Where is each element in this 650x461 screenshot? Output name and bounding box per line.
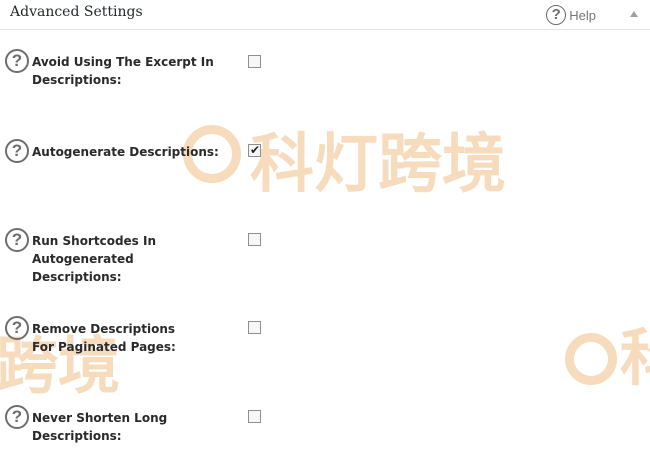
setting-label-remove-paginated: Remove Descriptions For Paginated Pages: <box>32 322 176 354</box>
setting-help-icon[interactable]: ? <box>5 49 29 73</box>
help-button[interactable]: ? Help <box>546 5 596 25</box>
setting-help-icon[interactable]: ? <box>5 228 29 252</box>
setting-help-icon[interactable]: ? <box>5 405 29 429</box>
panel-title: Advanced Settings <box>10 4 143 20</box>
checkbox-run-shortcodes[interactable] <box>248 233 261 246</box>
setting-label-never-shorten: Never Shorten Long Descriptions: <box>32 411 168 443</box>
setting-help-icon[interactable]: ? <box>5 139 29 163</box>
setting-label-run-shortcodes: Run Shortcodes In Autogenerated Descript… <box>32 234 157 284</box>
checkmark-icon: ✔ <box>250 143 261 157</box>
checkbox-remove-paginated[interactable] <box>248 321 261 334</box>
setting-label-avoid-excerpt: Avoid Using The Excerpt In Descriptions: <box>32 55 214 87</box>
advanced-settings-panel: 科灯跨境 跨境 科 Advanced Settings ? Help ? Avo… <box>0 0 650 461</box>
question-circle-icon: ? <box>546 5 567 25</box>
checkbox-autogenerate[interactable]: ✔ <box>248 143 261 157</box>
checkbox-never-shorten[interactable] <box>248 410 261 423</box>
collapse-toggle-icon[interactable] <box>630 11 638 17</box>
panel-header: Advanced Settings ? Help <box>0 0 650 30</box>
setting-label-autogenerate: Autogenerate Descriptions: <box>32 145 219 159</box>
setting-help-icon[interactable]: ? <box>5 316 29 340</box>
help-label: Help <box>569 7 596 23</box>
checkbox-avoid-excerpt[interactable] <box>248 55 261 68</box>
